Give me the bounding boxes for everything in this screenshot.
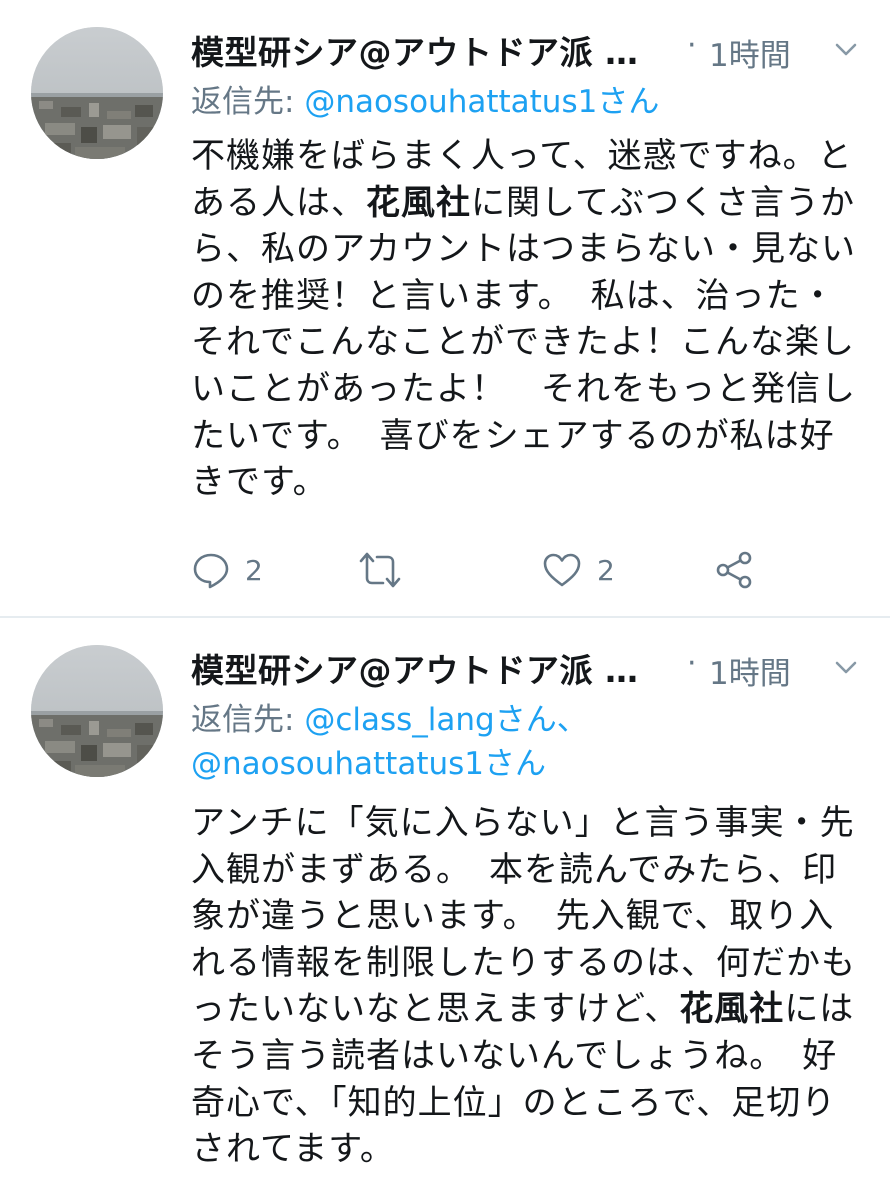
chat-bubble-icon — [193, 553, 229, 589]
tweet-text: アンチに「気に入らない」と言う事実・先入観がまずある。 本を読んでみたら、印象が… — [191, 800, 863, 1173]
timestamp[interactable]: 1時間 — [709, 30, 791, 75]
avatar[interactable] — [31, 27, 163, 159]
share-button[interactable] — [714, 548, 754, 592]
avatar[interactable] — [31, 645, 163, 777]
heart-icon — [543, 553, 581, 587]
reply-button[interactable]: 2 — [191, 548, 263, 592]
tweet-text: 不機嫌をばらまく人って、迷惑ですね。とある人は、花風社に関してぶつくさ言うから、… — [191, 133, 863, 506]
reply-to-handle[interactable]: @naosouhattatus1さん — [304, 84, 659, 120]
retweet-icon — [359, 552, 401, 588]
reply-to-label: 返信先: — [191, 702, 305, 738]
reply-to-line: 返信先: @class_langさん、@naosouhattatus1さん — [191, 698, 851, 786]
chevron-down-icon[interactable] — [833, 654, 859, 680]
tweet-header: 模型研シア@アウトドア派 … · 1時間 — [191, 22, 871, 76]
reply-to-line: 返信先: @naosouhattatus1さん — [191, 80, 659, 124]
like-button[interactable]: 2 — [541, 548, 615, 592]
tweet-text-bold-segment: 花風社 — [366, 182, 471, 223]
author-name[interactable]: 模型研シア@アウトドア派 … — [191, 644, 639, 692]
share-icon — [716, 551, 752, 589]
chevron-down-icon[interactable] — [833, 36, 859, 62]
tweet-text-bold-segment: 花風社 — [679, 989, 785, 1030]
retweet-button[interactable] — [358, 548, 402, 592]
author-name[interactable]: 模型研シア@アウトドア派 … — [191, 26, 639, 74]
reply-to-label: 返信先: — [191, 84, 305, 120]
tweet[interactable]: 模型研シア@アウトドア派 … · 1時間 返信先: @naosouhattatu… — [0, 0, 890, 616]
like-count: 2 — [597, 553, 615, 587]
tweet-header: 模型研シア@アウトドア派 … · 1時間 — [191, 640, 871, 694]
timestamp[interactable]: 1時間 — [709, 648, 791, 693]
tweet-actions: 2 2 — [191, 548, 871, 592]
separator-dot: · — [687, 646, 697, 681]
separator-dot: · — [687, 28, 697, 63]
reply-count: 2 — [245, 553, 263, 587]
tweet-text-segment: に関してぶつくさ言うから、私のアカウントはつまらない・見ないのを推奨！と言います… — [191, 182, 856, 503]
